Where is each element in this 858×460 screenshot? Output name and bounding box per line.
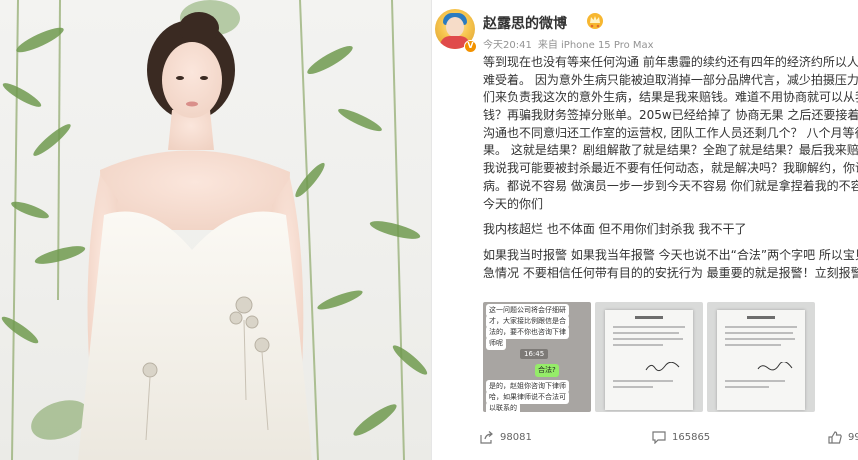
document-text-row <box>725 338 795 340</box>
like-icon <box>828 431 842 444</box>
content-line: 我内核超烂 也不体面 但不用你们封杀我 我不干了 <box>483 222 747 237</box>
comment-count: 165865 <box>672 432 711 443</box>
chat-reply: 合法? <box>535 364 559 377</box>
document-title <box>635 316 663 319</box>
document-title <box>747 316 775 319</box>
comment-button[interactable]: 165865 <box>652 431 710 444</box>
post-content: 等到现在也没有等来任何沟通 前年患霾的续约还有四年的经济约所以人家t 难受着。 … <box>483 54 858 282</box>
content-line: 难受着。 因为意外生病只能被迫取消掉一部分品牌代言，减少拍摄压力，因 <box>483 72 858 87</box>
share-count: 98081 <box>500 432 532 443</box>
image-chat-screenshot[interactable]: 这一问题公司将会仔细研 才，大家接比例跟信是合 法的，要不你也咨询下律 师呢 1… <box>483 302 591 412</box>
content-line: 钱？再骗我财务签掉分账单。205w已经给掉了 协商无果 之后还要接着再给 <box>483 108 858 123</box>
document-paper <box>717 310 805 410</box>
document-text-row <box>613 380 673 382</box>
document-text-row <box>613 332 679 334</box>
comment-icon <box>652 431 666 444</box>
content-line: 我说我可能要被封杀最近不要有任何动态，就是解决吗？我聊解约，你说你 <box>483 161 858 176</box>
document-text-row <box>725 386 769 388</box>
document-text-row <box>613 326 685 328</box>
document-text-row <box>725 380 785 382</box>
image-document-1[interactable] <box>595 302 703 412</box>
document-text-row <box>725 332 793 334</box>
verified-badge-icon: V <box>464 40 477 53</box>
signature-icon <box>645 362 680 372</box>
post-actions: 98081 165865 99 <box>432 428 858 450</box>
chat-message: 以联系的 <box>486 402 520 412</box>
vip-crown-icon[interactable] <box>586 12 604 29</box>
document-text-row <box>613 344 663 346</box>
chat-time: 16:45 <box>520 349 549 359</box>
content-line: 等到现在也没有等来任何沟通 前年患霾的续约还有四年的经济约所以人家t <box>483 55 858 69</box>
content-line: 病。都说不容易 做演员一步一步到今天不容易 你们就是拿捏着我的不容易 <box>483 178 858 193</box>
image-document-2[interactable] <box>707 302 815 412</box>
share-button[interactable]: 98081 <box>480 431 532 444</box>
document-text-row <box>613 386 653 388</box>
share-icon <box>480 431 493 444</box>
chat-message: 师呢 <box>486 337 506 350</box>
like-button[interactable]: 99 <box>828 431 858 444</box>
content-line: 果。 这就是结果？剧组解散了就是结果？全跑了就是结果？最后我来赔钱就 <box>483 143 858 158</box>
post-source: 来自 iPhone 15 Pro Max <box>537 40 654 51</box>
content-line: 们来负责我这次的意外生病，结果是我来赔钱。难道不用协商就可以从我工 <box>483 90 858 105</box>
content-line: 沟通也不同意归还工作室的运营权, 团队工作人员还剩几个？ 八个月等待一 <box>483 125 858 140</box>
photo-illustration <box>1 0 428 460</box>
document-text-row <box>613 338 683 340</box>
weibo-post: V 赵露思的微博 今天20:41 来自 iPhone 15 Pro Max 等到现… <box>431 0 858 460</box>
actress-photo <box>0 0 431 460</box>
post-time[interactable]: 今天20:41 <box>483 40 532 51</box>
username[interactable]: 赵露思的微博 <box>483 13 567 33</box>
content-line: 今天的你们 <box>483 196 544 211</box>
content-line-text: 急情况 不要相信任何带有目的的安抚行为 最重要的就是报警！立刻报警 <box>483 265 858 280</box>
content-line: 急情况 不要相信任何带有目的的安抚行为 最重要的就是报警！立刻报警 收 <box>483 265 858 283</box>
document-text-row <box>725 326 797 328</box>
post-images: 这一问题公司将会仔细研 才，大家接比例跟信是合 法的，要不你也咨询下律 师呢 1… <box>483 302 858 412</box>
content-line: 如果我当时报警 如果我当年报警 今天也说不出“合法”两个字吧 所以宝贝们 <box>483 247 858 262</box>
document-text-row <box>725 344 781 346</box>
post-meta: 今天20:41 来自 iPhone 15 Pro Max <box>483 36 654 51</box>
avatar-face <box>446 17 464 37</box>
like-count: 99 <box>848 432 858 443</box>
signature-icon <box>757 362 793 371</box>
document-paper <box>605 310 693 410</box>
